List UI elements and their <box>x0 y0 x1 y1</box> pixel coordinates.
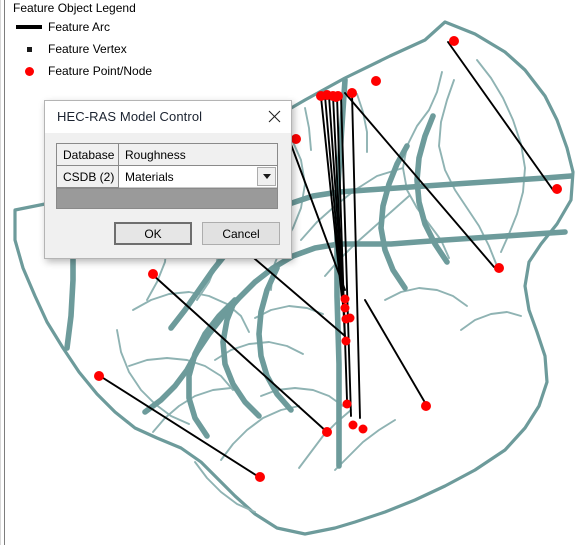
feature-node <box>449 36 459 46</box>
square-symbol-icon <box>12 46 46 52</box>
database-roughness-grid: Database Roughness CSDB (2) Materials <box>56 143 278 209</box>
feature-node <box>421 401 431 411</box>
legend-title: Feature Object Legend <box>13 1 136 15</box>
application-window: Feature Object Legend Feature Arc Featur… <box>0 0 581 545</box>
feature-node <box>340 294 350 304</box>
legend-item-label: Feature Point/Node <box>48 64 153 78</box>
ok-button[interactable]: OK <box>114 222 192 245</box>
feature-node <box>347 88 357 98</box>
feature-node <box>494 263 504 273</box>
map-canvas[interactable] <box>5 0 581 545</box>
feature-node <box>148 269 158 279</box>
feature-node <box>322 427 332 437</box>
column-header-database: Database <box>57 144 119 166</box>
legend-item-feature-point-node: Feature Point/Node <box>12 61 262 81</box>
feature-node <box>345 313 355 323</box>
roughness-selected-value: Materials <box>125 169 174 184</box>
legend-item-feature-vertex: Feature Vertex <box>12 39 262 59</box>
dialog-button-bar: OK Cancel <box>45 209 291 258</box>
feature-node <box>340 303 350 313</box>
grid-empty-area <box>57 188 277 208</box>
circle-symbol-icon <box>12 66 46 76</box>
cancel-button[interactable]: Cancel <box>202 222 280 245</box>
legend-item-label: Feature Arc <box>48 20 111 34</box>
hec-ras-model-control-dialog: HEC-RAS Model Control Database Roughness… <box>44 100 292 259</box>
feature-node <box>358 424 368 434</box>
feature-node <box>371 76 381 86</box>
grid-header-row: Database Roughness <box>57 144 277 166</box>
roughness-combobox[interactable]: Materials <box>119 166 277 188</box>
panel-outer-edge <box>0 0 1 545</box>
feature-node <box>552 184 562 194</box>
feature-node <box>94 371 104 381</box>
dialog-title: HEC-RAS Model Control <box>57 109 203 124</box>
table-row[interactable]: CSDB (2) Materials <box>57 166 277 188</box>
feature-object-legend: Feature Object Legend Feature Arc Featur… <box>12 1 262 81</box>
feature-node <box>255 472 265 482</box>
legend-item-feature-arc: Feature Arc <box>12 17 262 37</box>
chevron-down-icon[interactable] <box>257 167 276 186</box>
feature-node <box>342 399 352 409</box>
close-icon[interactable] <box>257 102 291 132</box>
dialog-body: Database Roughness CSDB (2) Materials <box>45 133 291 209</box>
column-header-roughness: Roughness <box>119 144 277 166</box>
line-symbol-icon <box>12 25 46 29</box>
dialog-titlebar[interactable]: HEC-RAS Model Control <box>45 101 291 133</box>
feature-node <box>291 134 301 144</box>
cell-database-value[interactable]: CSDB (2) <box>57 166 119 188</box>
feature-node <box>341 336 351 346</box>
legend-item-label: Feature Vertex <box>48 42 127 56</box>
feature-node <box>348 420 358 430</box>
feature-node <box>331 92 341 102</box>
